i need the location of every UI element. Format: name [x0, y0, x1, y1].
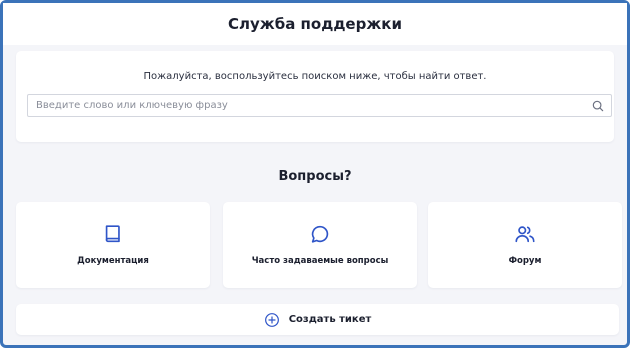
- search-field[interactable]: [27, 94, 612, 117]
- help-cards: Документация Часто задаваемые вопросы Фо…: [16, 202, 622, 288]
- card-faq[interactable]: Часто задаваемые вопросы: [223, 202, 417, 288]
- create-ticket-label: Создать тикет: [288, 314, 372, 325]
- questions-title: Вопросы?: [278, 169, 352, 184]
- chat-bubble-icon: [311, 225, 329, 243]
- page-title: Служба поддержки: [228, 15, 402, 33]
- card-forum-label: Форум: [508, 256, 542, 266]
- search-card: Пожалуйста, воспользуйтесь поиском ниже,…: [16, 51, 614, 142]
- page-header: Служба поддержки: [3, 3, 627, 45]
- search-icon[interactable]: [591, 99, 605, 113]
- card-documentation[interactable]: Документация: [16, 202, 210, 288]
- book-icon: [105, 225, 120, 243]
- create-ticket-button[interactable]: Создать тикет: [16, 304, 619, 335]
- search-prompt: Пожалуйста, воспользуйтесь поиском ниже,…: [143, 71, 487, 82]
- card-forum[interactable]: Форум: [428, 202, 622, 288]
- users-icon: [515, 226, 535, 243]
- card-documentation-label: Документация: [77, 256, 149, 266]
- plus-circle-icon: [264, 312, 279, 327]
- card-faq-label: Часто задаваемые вопросы: [251, 256, 389, 266]
- search-input[interactable]: [28, 95, 568, 116]
- support-page-frame: Служба поддержки Пожалуйста, воспользуйт…: [0, 0, 630, 348]
